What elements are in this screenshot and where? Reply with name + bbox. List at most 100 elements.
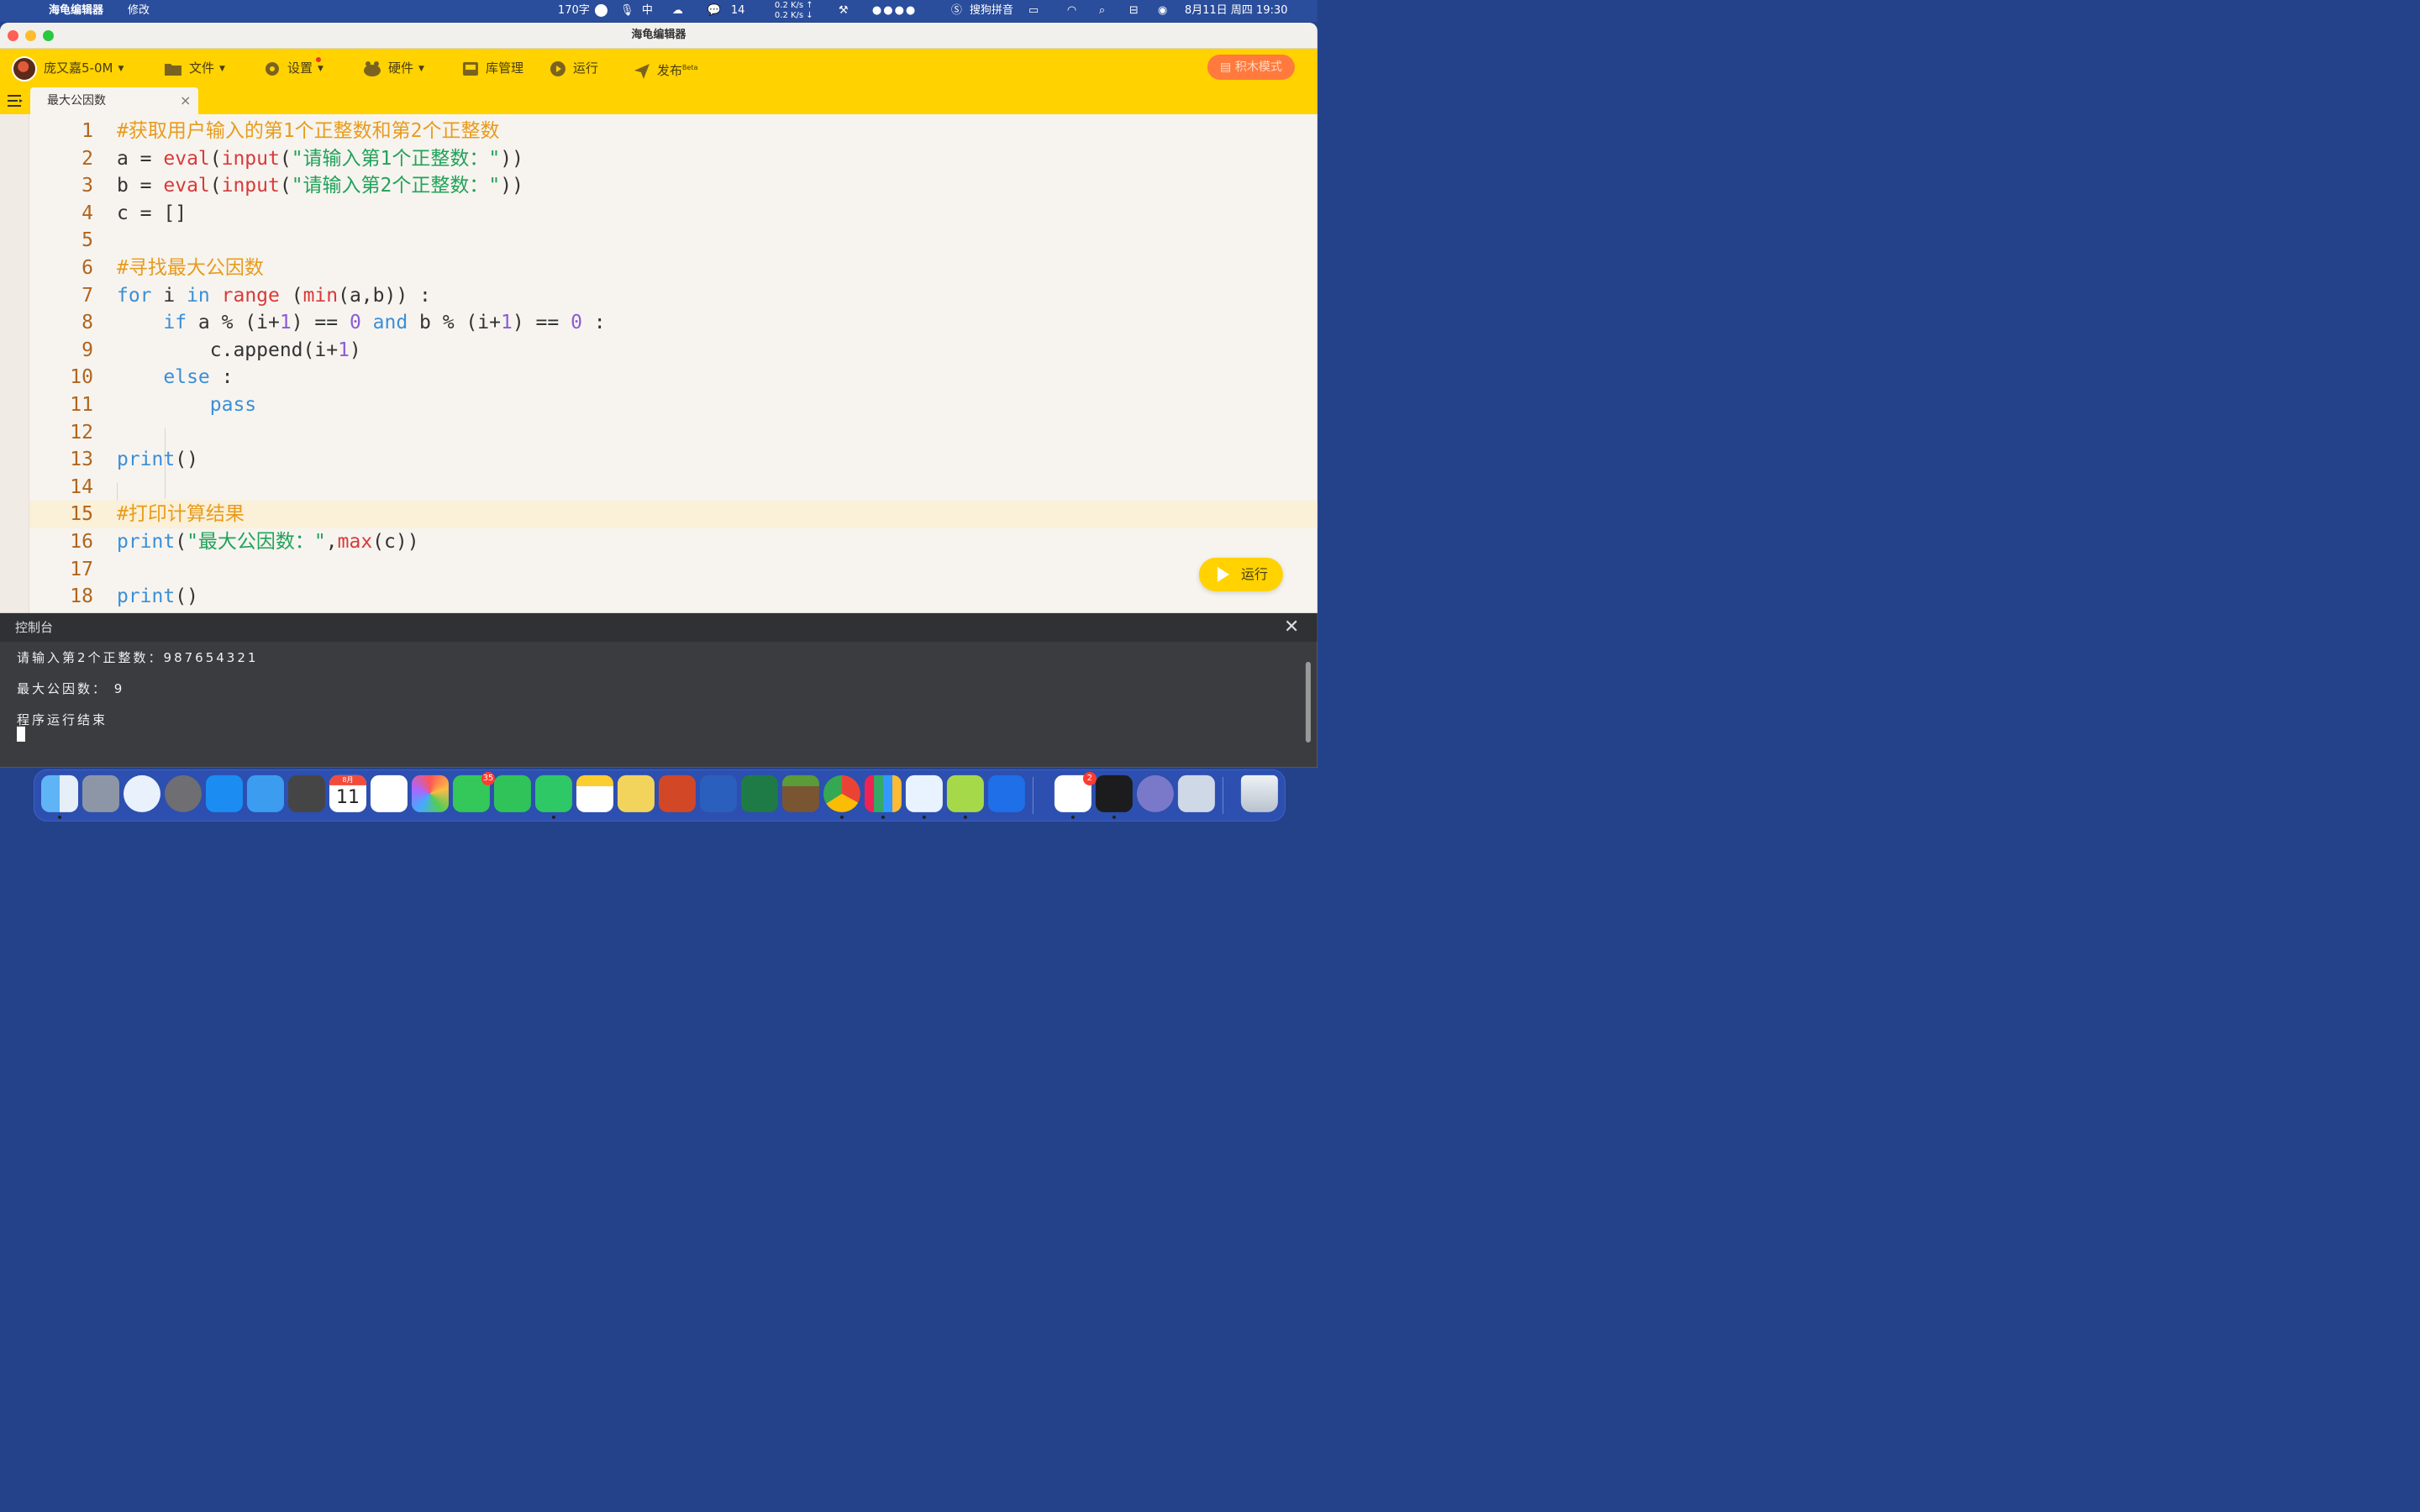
editor-gutter	[0, 113, 29, 613]
console-scrollbar[interactable]	[1305, 661, 1311, 743]
code-line[interactable]: 17	[29, 556, 1318, 584]
code-line[interactable]: 15 #打印计算结果	[29, 501, 1318, 528]
app-store-icon[interactable]	[205, 774, 243, 812]
microphone-icon[interactable]: 🎙	[620, 0, 634, 22]
calendar-icon[interactable]: 8月 11	[329, 774, 366, 812]
baidu-netdisk-icon[interactable]: ☁	[672, 0, 683, 22]
finder-icon[interactable]	[40, 774, 78, 812]
code-line[interactable]: 3b = eval(input("请输入第2个正整数："))	[29, 172, 1318, 200]
edit-menu[interactable]: 修改	[128, 0, 150, 22]
code-text: print("最大公因数：",max(c))	[117, 528, 419, 556]
code-line[interactable]: 4 c = []	[29, 200, 1318, 228]
system-settings-icon[interactable]	[164, 774, 202, 812]
code-line[interactable]: 1 #获取用户输入的第1个正整数和第2个正整数	[29, 118, 1318, 145]
publish-button[interactable]: 发布Beta	[634, 49, 697, 87]
file-menu[interactable]: 文件 ▼	[164, 49, 225, 87]
ime-label[interactable]: 搜狗拼音	[970, 0, 1013, 22]
wifi-icon[interactable]: ◠	[1067, 0, 1076, 22]
code-token: (	[279, 175, 292, 197]
baidu-netdisk-dock-icon[interactable]	[905, 774, 943, 812]
code-token: b =	[116, 175, 164, 197]
running-indicator	[963, 815, 967, 819]
tab-close-icon[interactable]: ×	[180, 87, 191, 114]
code-line[interactable]: 11 pass	[29, 391, 1318, 419]
control-center-icon[interactable]: ⊟	[1129, 0, 1139, 22]
code-line[interactable]: 7 for i in range (min(a,b)) :	[29, 282, 1318, 310]
running-indicator	[1112, 815, 1116, 819]
code-token: ) ==	[291, 312, 350, 334]
turtle-editor-icon[interactable]	[946, 774, 984, 812]
calculator-icon[interactable]	[287, 774, 325, 812]
facetime-icon[interactable]	[493, 774, 531, 812]
code-line[interactable]: 18 print()	[29, 583, 1318, 611]
code-line[interactable]: 14	[29, 474, 1318, 501]
console-output-line: 请输入第2个正整数：987654321	[16, 649, 259, 665]
tab-gcd-file[interactable]: 最大公因数 ×	[29, 87, 198, 114]
blocks-mode-button[interactable]: ▤ 积木模式	[1207, 54, 1295, 80]
sidebar-toggle-icon[interactable]	[7, 92, 24, 109]
code-token: in	[187, 284, 210, 307]
stickies-icon[interactable]	[617, 774, 655, 812]
word-icon[interactable]	[699, 774, 737, 812]
code-line[interactable]: 6 #寻找最大公因数	[29, 255, 1318, 282]
blocks-icon: ▤	[1220, 60, 1235, 74]
running-indicator	[922, 815, 926, 819]
console-cursor[interactable]	[16, 726, 25, 742]
input-method-icon[interactable]: 中	[642, 0, 653, 22]
code-editor[interactable]: 1 #获取用户输入的第1个正整数和第2个正整数 2 a = eval(input("请…	[29, 113, 1318, 613]
excel-icon[interactable]	[740, 774, 778, 812]
code-token: b % (i+	[408, 312, 501, 334]
code-line[interactable]: 9 c.append(i+1)	[29, 337, 1318, 365]
code-line[interactable]: 2a = eval(input("请输入第1个正整数："))	[29, 145, 1318, 173]
siri-icon[interactable]: ◉	[1158, 0, 1167, 22]
code-line[interactable]: 13 print()	[29, 446, 1318, 474]
code-line[interactable]: 12	[29, 419, 1318, 447]
code-line[interactable]: 16 print("最大公因数：",max(c))	[29, 528, 1318, 556]
code-token: 1	[338, 339, 350, 361]
user-menu[interactable]: 庞又嘉5-0M ▼	[11, 49, 124, 87]
run-button[interactable]: 运行	[1198, 557, 1283, 591]
trash-icon[interactable]	[1240, 774, 1278, 812]
code-line[interactable]: 10 else :	[29, 364, 1318, 391]
code-token: c.append(i+	[116, 339, 339, 361]
spotlight-icon[interactable]: ⌕	[1099, 0, 1105, 22]
console-close-icon[interactable]: ✕	[1284, 613, 1299, 642]
code-token: 1	[500, 312, 513, 334]
code-text: if a % (i+1) == 0 and b % (i+1) == 0 :	[117, 309, 605, 337]
code-token: (c))	[372, 530, 419, 553]
wechat-menu-icon[interactable]: 💬	[708, 0, 721, 22]
powerpoint-icon[interactable]	[658, 774, 696, 812]
mail-icon[interactable]	[246, 774, 284, 812]
minecraft-icon[interactable]	[781, 774, 819, 812]
window-title: 海龟编辑器	[631, 28, 687, 41]
books-icon[interactable]	[864, 774, 902, 812]
photos-icon[interactable]	[411, 774, 449, 812]
smiley-icon[interactable]	[594, 0, 608, 22]
app-menu[interactable]: 海龟编辑器	[49, 0, 103, 22]
lark-icon[interactable]	[987, 774, 1025, 812]
hardware-menu[interactable]: 硬件 ▼	[363, 49, 424, 87]
library-manager-button[interactable]: 库管理	[462, 49, 523, 87]
code-text: #获取用户输入的第1个正整数和第2个正整数	[117, 118, 500, 145]
code-line[interactable]: 5	[29, 227, 1318, 255]
safari-icon[interactable]	[123, 774, 160, 812]
chrome-icon[interactable]	[823, 774, 860, 812]
code-line[interactable]: 8 if a % (i+1) == 0 and b % (i+1) == 0 :	[29, 309, 1318, 337]
preview-icon[interactable]	[1177, 774, 1215, 812]
wechat-icon[interactable]	[534, 774, 572, 812]
tools-icon[interactable]: ⚒	[839, 0, 849, 22]
launchpad-icon[interactable]	[82, 774, 119, 812]
notes-icon[interactable]	[576, 774, 613, 812]
sogou-icon[interactable]: Ⓢ	[951, 0, 962, 22]
screen-share-icon[interactable]	[1136, 774, 1174, 812]
battery-icon[interactable]: ▭	[1028, 0, 1039, 22]
settings-menu[interactable]: 设置 ▼	[264, 49, 324, 87]
run-toolbar-button[interactable]: 运行	[550, 49, 598, 87]
reminders-icon[interactable]	[370, 774, 408, 812]
menubar-clock[interactable]: 8月11日 周四 19:30	[1185, 0, 1288, 22]
activity-monitor-icon[interactable]	[1095, 774, 1133, 812]
